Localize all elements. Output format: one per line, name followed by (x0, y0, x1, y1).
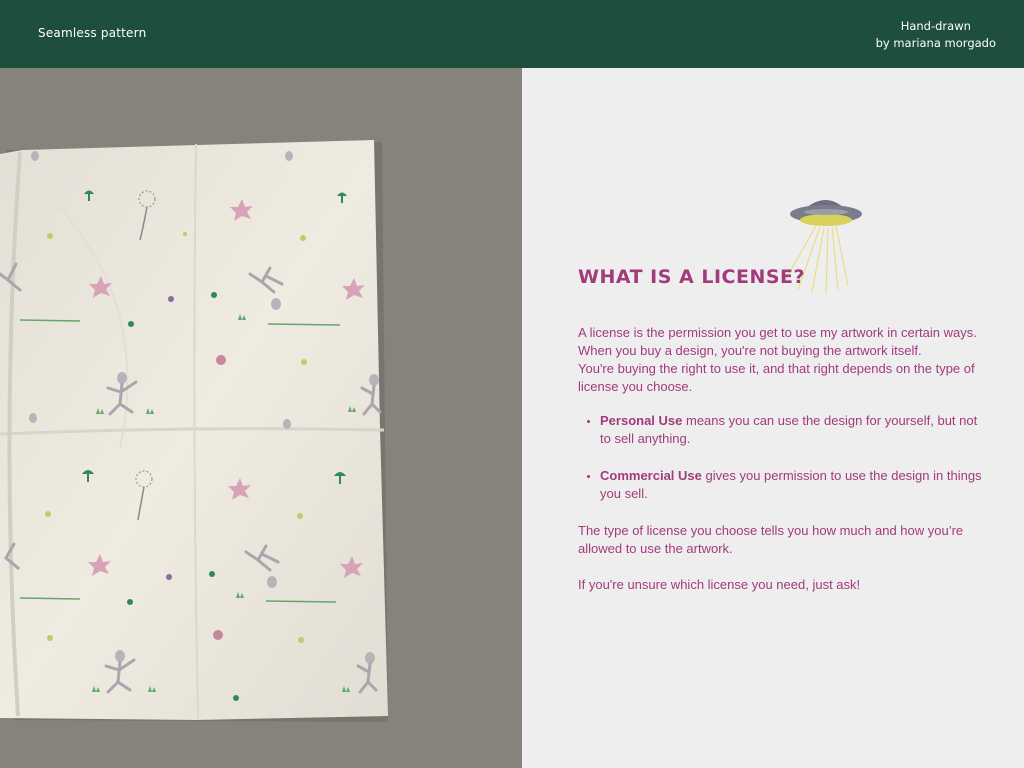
intro-line-1: A license is the permission you get to u… (578, 325, 977, 340)
license-description: A license is the permission you get to u… (578, 324, 988, 594)
intro-line-3: You're buying the right to use it, and t… (578, 361, 975, 394)
fabric-mockup-photo (0, 68, 522, 768)
brand-label: Seamless pattern (38, 26, 147, 40)
artist-credit: Hand-drawn by mariana morgado (876, 18, 996, 52)
list-item-personal-use: Personal Use means you can use the desig… (600, 412, 988, 448)
credit-line-1: Hand-drawn (900, 19, 971, 33)
page-title: What is a license? (578, 266, 806, 288)
top-banner: Seamless pattern Hand-drawn by mariana m… (0, 0, 1024, 68)
fabric-illustration (0, 140, 388, 722)
personal-use-label: Personal Use (600, 413, 683, 428)
closing-text: If you're unsure which license you need,… (578, 577, 861, 592)
license-info-panel: What is a license? A license is the perm… (522, 68, 1024, 768)
summary-text: The type of license you choose tells you… (578, 523, 964, 556)
intro-line-2: When you buy a design, you're not buying… (578, 343, 922, 358)
license-types-list: Personal Use means you can use the desig… (578, 412, 988, 503)
credit-line-2: by mariana morgado (875, 36, 996, 50)
commercial-use-label: Commercial Use (600, 468, 702, 483)
list-item-commercial-use: Commercial Use gives you permission to u… (600, 467, 988, 503)
